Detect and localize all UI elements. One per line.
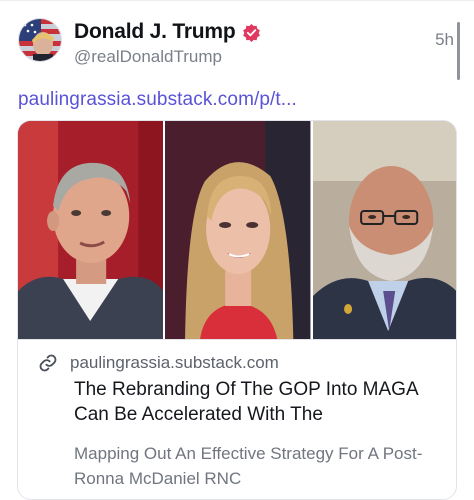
post-header: Donald J. Trump @realDonaldTrump 5h [16,14,462,80]
card-divider [18,339,456,340]
link-chain-icon [38,353,58,373]
card-image-strip [18,121,456,339]
card-title[interactable]: The Rebranding Of The GOP Into MAGA Can … [74,377,444,427]
user-handle[interactable]: @realDonaldTrump [74,47,261,67]
author-names: Donald J. Trump @realDonaldTrump [74,20,261,67]
avatar[interactable] [18,18,62,62]
display-name[interactable]: Donald J. Trump [74,20,236,44]
card-domain: paulingrassia.substack.com [70,353,279,372]
card-image-center-woman [165,121,311,339]
card-description: Mapping Out An Effective Strategy For A … [74,444,423,488]
card-image-left-man [18,121,164,339]
display-name-row: Donald J. Trump [74,20,261,44]
scrollbar[interactable] [457,22,460,80]
card-image-right-man [312,121,456,339]
card-domain-row: paulingrassia.substack.com [38,353,279,373]
post-timestamp[interactable]: 5h [435,30,454,50]
post-link[interactable]: paulingrassia.substack.com/p/t... [18,89,297,111]
top-divider [0,0,474,1]
link-preview-card[interactable]: paulingrassia.substack.com The Rebrandin… [17,120,457,500]
verified-badge-icon [242,23,261,42]
